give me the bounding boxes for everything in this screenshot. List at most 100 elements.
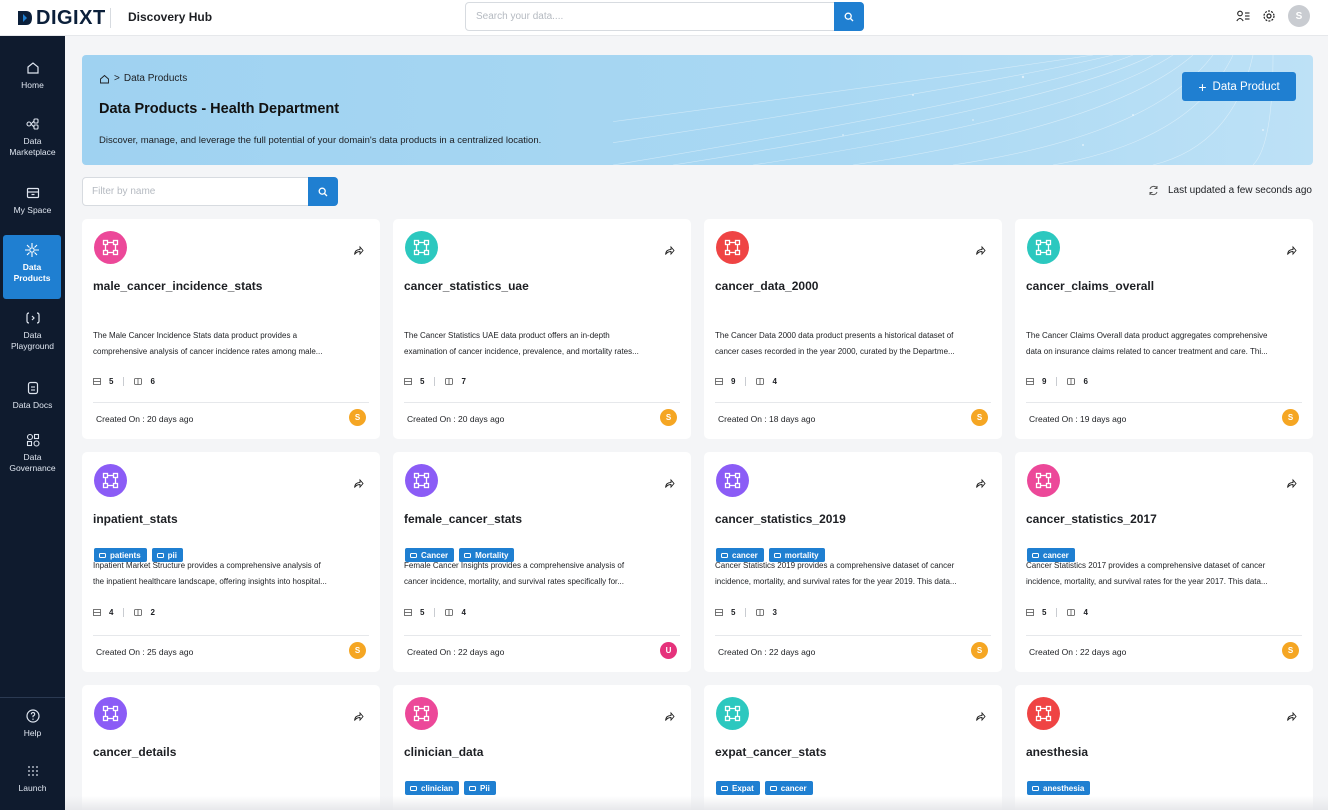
user-avatar[interactable]: S: [1288, 5, 1310, 27]
data-product-card[interactable]: inpatient_stats patients pii Inpatient Mark…: [82, 452, 380, 672]
columns-count: 4: [1083, 608, 1088, 617]
columns-count: 3: [772, 608, 777, 617]
data-product-card[interactable]: cancer_details: [82, 685, 380, 810]
data-product-name[interactable]: cancer_statistics_2017: [1026, 512, 1157, 526]
data-product-card[interactable]: cancer_data_2000 The Cancer Data 2000 dat…: [704, 219, 1002, 439]
marketplace-icon: [25, 118, 39, 130]
sidebar-item-home[interactable]: Home: [0, 60, 65, 91]
created-on: Created On : 22 days ago: [718, 647, 816, 657]
data-product-card[interactable]: expat_cancer_stats Expat cancer: [704, 685, 1002, 810]
card-divider: [715, 635, 991, 636]
share-icon[interactable]: [1286, 476, 1297, 489]
owner-avatar[interactable]: S: [971, 409, 988, 426]
tag-chip[interactable]: Expat: [716, 781, 760, 795]
sidebar-item-data-docs[interactable]: Data Docs: [0, 380, 65, 411]
user-list-icon[interactable]: [1236, 9, 1250, 23]
sidebar-item-data-marketplace[interactable]: Data Marketplace: [0, 116, 65, 158]
data-product-card[interactable]: cancer_statistics_uae The Cancer Statisti…: [393, 219, 691, 439]
data-product-name[interactable]: male_cancer_incidence_stats: [93, 279, 262, 293]
data-product-name[interactable]: cancer_claims_overall: [1026, 279, 1154, 293]
data-product-card[interactable]: cancer_statistics_2017 cancer Cancer Stati…: [1015, 452, 1313, 672]
description-line: The Cancer Claims Overall data product a…: [1026, 331, 1268, 340]
sidebar-item-data-governance[interactable]: Data Governance: [0, 432, 65, 474]
data-product-name[interactable]: cancer_data_2000: [715, 279, 818, 293]
data-product-name[interactable]: anesthesia: [1026, 745, 1088, 759]
add-data-product-button[interactable]: + Data Product: [1182, 72, 1296, 101]
settings-gear-icon[interactable]: [1262, 9, 1276, 23]
owner-avatar[interactable]: S: [971, 642, 988, 659]
filter-input[interactable]: [83, 178, 303, 205]
share-icon[interactable]: [975, 243, 986, 256]
created-on: Created On : 18 days ago: [718, 414, 816, 424]
filter-search-button[interactable]: [308, 177, 338, 206]
tag-chip[interactable]: Pii: [464, 781, 496, 795]
share-icon[interactable]: [1286, 243, 1297, 256]
columns-count: 2: [150, 608, 155, 617]
last-updated: Last updated a few seconds ago: [1148, 185, 1312, 196]
columns-icon: [445, 378, 454, 385]
tag-label: anesthesia: [1043, 783, 1085, 793]
data-product-name[interactable]: expat_cancer_stats: [715, 745, 826, 759]
columns-count: 4: [461, 608, 466, 617]
tables-icon: [404, 609, 412, 616]
owner-avatar[interactable]: S: [349, 642, 366, 659]
data-product-name[interactable]: female_cancer_stats: [404, 512, 522, 526]
tag-chip[interactable]: clinician: [405, 781, 460, 795]
sidebar-divider: [0, 697, 65, 698]
tag-chip[interactable]: anesthesia: [1027, 781, 1091, 795]
sidebar-item-data-products[interactable]: Data Products: [3, 235, 61, 299]
data-product-name[interactable]: cancer_details: [93, 745, 176, 759]
description-line: The Cancer Data 2000 data product presen…: [715, 331, 954, 340]
sidebar-item-my-space[interactable]: My Space: [0, 185, 65, 216]
owner-avatar[interactable]: S: [1282, 642, 1299, 659]
tables-count: 5: [1042, 608, 1047, 617]
share-icon[interactable]: [664, 476, 675, 489]
sidebar-item-launch[interactable]: Launch: [0, 763, 65, 794]
sidebar-item-help[interactable]: Help: [0, 708, 65, 739]
refresh-icon[interactable]: [1148, 185, 1159, 196]
data-product-card[interactable]: cancer_claims_overall The Cancer Claims O…: [1015, 219, 1313, 439]
data-product-card[interactable]: anesthesia anesthesia: [1015, 685, 1313, 810]
share-icon[interactable]: [353, 243, 364, 256]
description-line: incidence, mortality, and survival rates…: [715, 577, 957, 586]
data-product-icon: [1027, 464, 1060, 497]
share-icon[interactable]: [353, 476, 364, 489]
columns-icon: [1067, 378, 1076, 385]
breadcrumb-current[interactable]: Data Products: [124, 73, 187, 84]
description-line: The Male Cancer Incidence Stats data pro…: [93, 331, 298, 340]
data-product-name[interactable]: inpatient_stats: [93, 512, 178, 526]
data-product-name[interactable]: clinician_data: [404, 745, 483, 759]
share-icon[interactable]: [975, 476, 986, 489]
description-line: cancer cases recorded in the year 2000, …: [715, 347, 955, 356]
share-icon[interactable]: [353, 709, 364, 722]
data-product-icon: [94, 464, 127, 497]
share-icon[interactable]: [1286, 709, 1297, 722]
data-product-card[interactable]: female_cancer_stats Cancer Mortality Female…: [393, 452, 691, 672]
tag-icon: [156, 552, 164, 558]
share-icon[interactable]: [975, 709, 986, 722]
tag-icon: [99, 552, 106, 558]
owner-avatar[interactable]: S: [349, 409, 366, 426]
search-input[interactable]: [466, 3, 826, 30]
owner-avatar[interactable]: S: [660, 409, 677, 426]
data-product-card[interactable]: clinician_data clinician Pii: [393, 685, 691, 810]
brand-logo[interactable]: DIGIXT: [16, 6, 106, 30]
home-icon[interactable]: [99, 74, 110, 84]
owner-avatar[interactable]: S: [1282, 409, 1299, 426]
data-product-name[interactable]: cancer_statistics_2019: [715, 512, 846, 526]
hero-banner: > Data Products Data Products - Health D…: [82, 55, 1313, 165]
search-button[interactable]: [834, 2, 864, 31]
data-product-card[interactable]: cancer_statistics_2019 cancer mortality Can…: [704, 452, 1002, 672]
created-on: Created On : 22 days ago: [1029, 647, 1127, 657]
tag-chip[interactable]: cancer: [764, 781, 813, 795]
filter-box: [82, 177, 338, 206]
owner-avatar[interactable]: U: [660, 642, 677, 659]
data-product-card[interactable]: male_cancer_incidence_stats The Male Canc…: [82, 219, 380, 439]
sidebar-item-data-playground[interactable]: Data Playground: [0, 310, 65, 352]
data-products-icon: [25, 243, 39, 257]
tables-count: 5: [420, 608, 425, 617]
stats-separator: [434, 608, 436, 617]
data-product-name[interactable]: cancer_statistics_uae: [404, 279, 529, 293]
share-icon[interactable]: [664, 243, 675, 256]
share-icon[interactable]: [664, 709, 675, 722]
